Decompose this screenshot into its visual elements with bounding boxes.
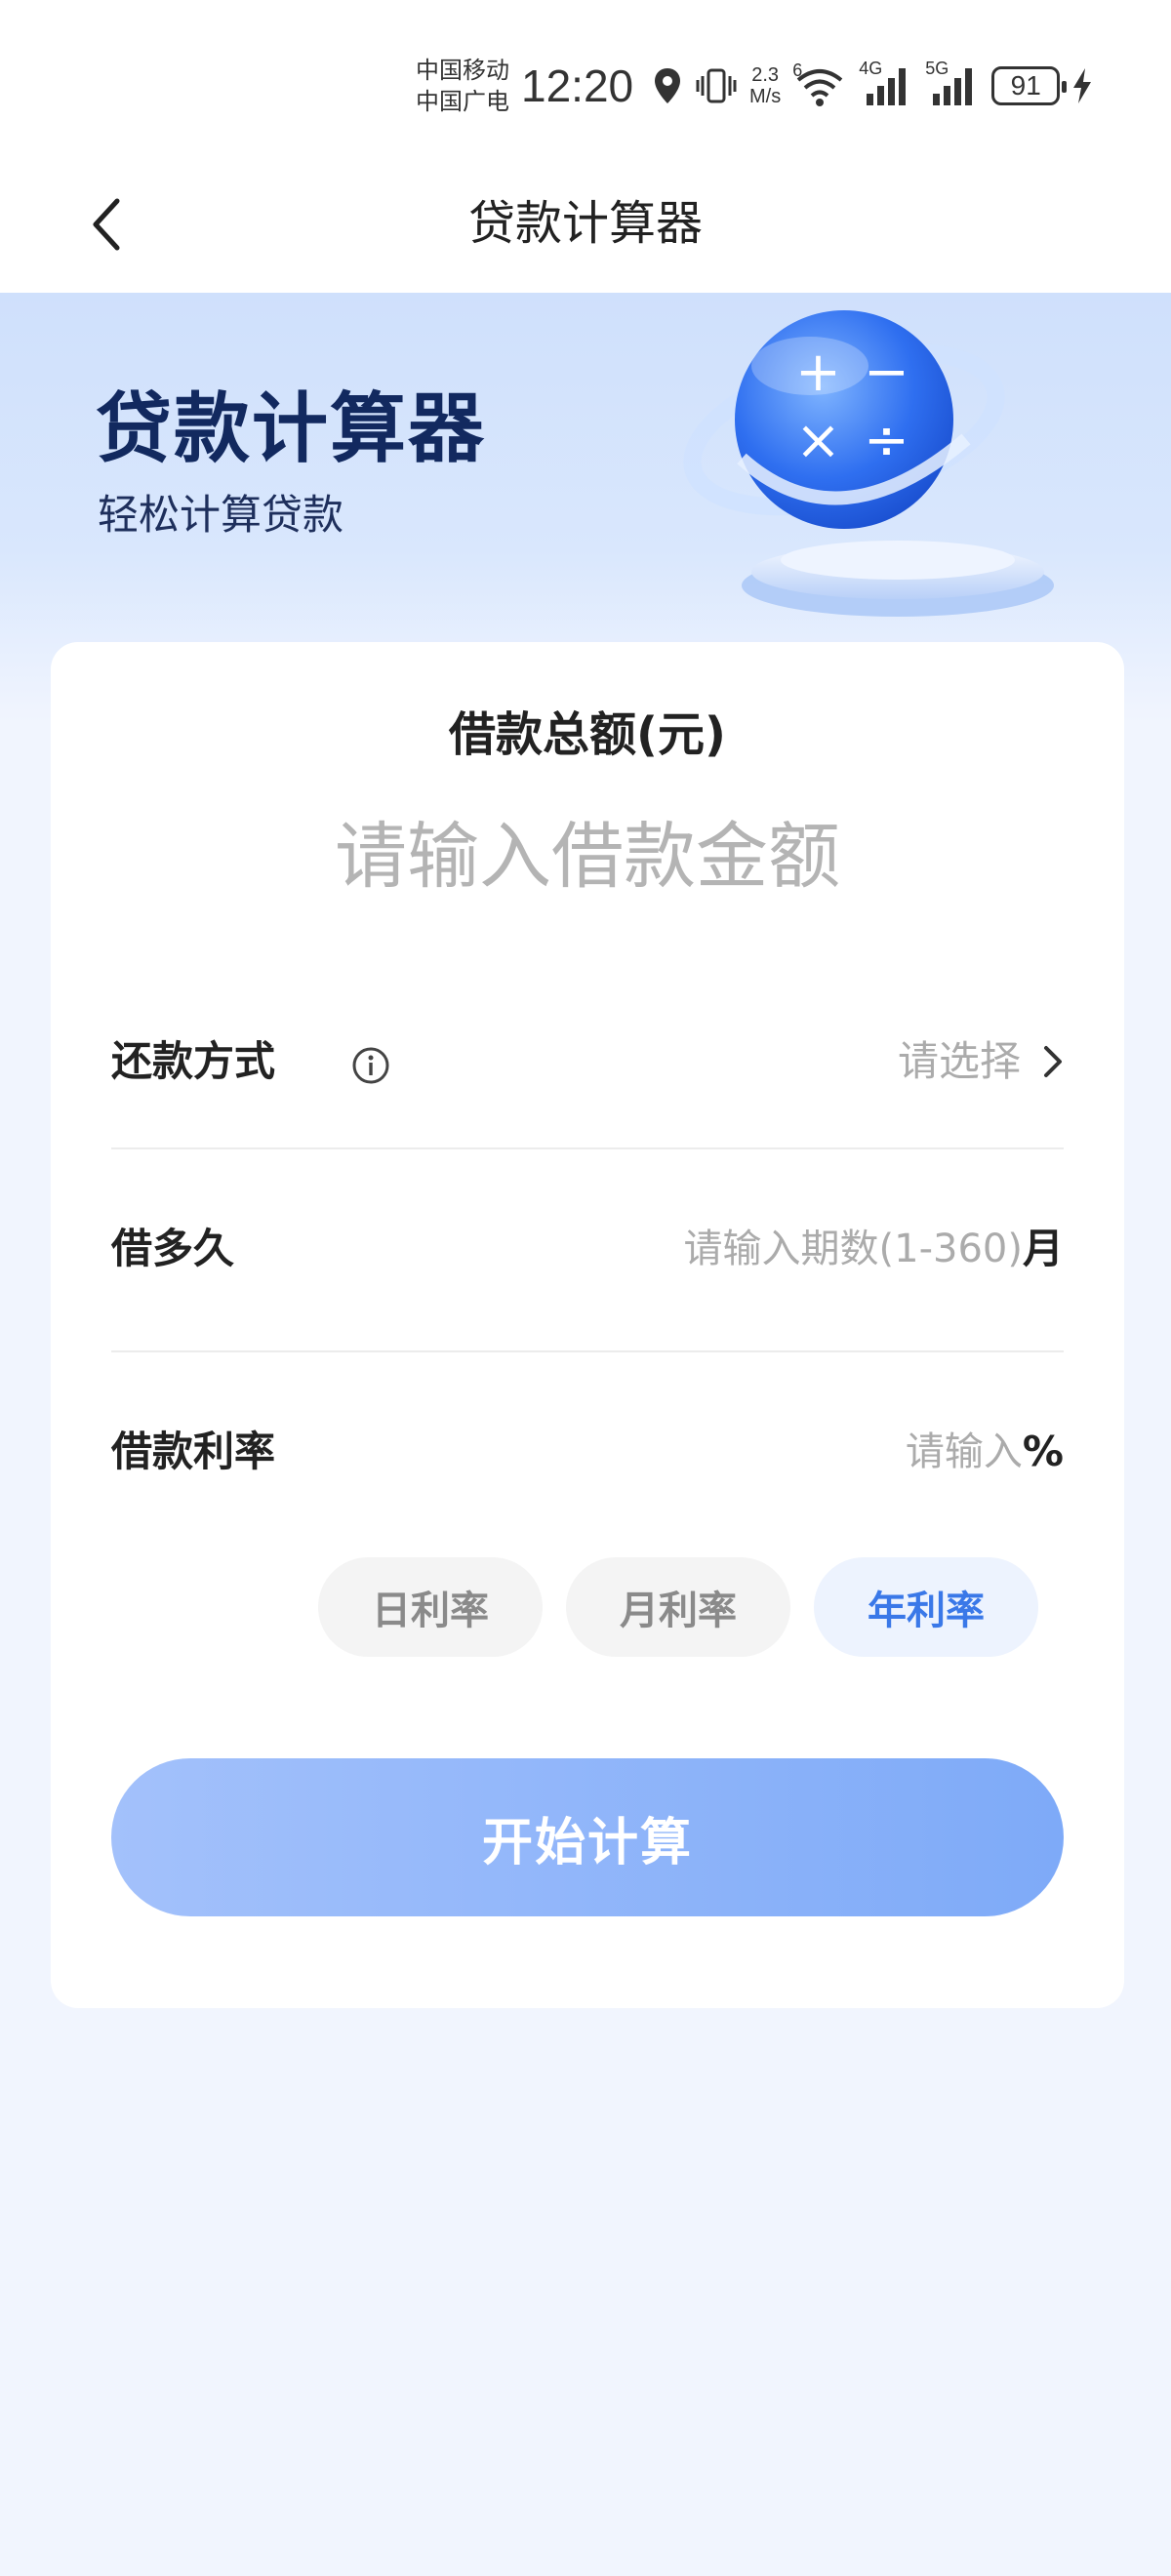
repay-method-label: 还款方式 (111, 1037, 276, 1085)
divide-symbol: ÷ (864, 409, 909, 472)
wifi-indicator: 6 (792, 60, 847, 107)
hero-title: 贷款计算器 (96, 385, 487, 473)
divider (111, 1147, 1064, 1149)
repay-method-select[interactable]: 请选择 (898, 1032, 1064, 1091)
loan-term-unit: 月 (1022, 1225, 1064, 1272)
net-speed-unit: M/s (749, 86, 782, 107)
carrier-2: 中国广电 (416, 88, 509, 115)
page-title: 贷款计算器 (467, 196, 703, 251)
status-bar: 中国移动 中国广电 12:20 2.3 M/s 6 4G 5G 91 (0, 0, 1171, 156)
loan-term-row: 借多久 月 (111, 1220, 1064, 1298)
wifi-badge: 6 (792, 60, 803, 80)
calculator-card: 借款总额(元) 还款方式 请选择 借多久 月 借款利率 % 日利率 (51, 642, 1124, 2008)
net-speed: 2.3 M/s (749, 64, 781, 107)
interest-rate-row: 借款利率 % (111, 1423, 1064, 1501)
loan-term-label: 借多久 (111, 1225, 235, 1272)
loan-term-input[interactable] (612, 1227, 1023, 1271)
loan-term-field: 月 (612, 1220, 1064, 1278)
vibrate-icon (696, 68, 737, 103)
amount-label: 借款总额(元) (449, 707, 726, 762)
interest-rate-field: % (875, 1423, 1064, 1481)
net-speed-value: 2.3 (751, 64, 780, 86)
interest-rate-input[interactable] (875, 1429, 1023, 1474)
carrier-info: 中国移动 中国广电 (416, 55, 509, 117)
repay-method-value: 请选择 (897, 1037, 1021, 1085)
rate-type-selector: 日利率 月利率 年利率 (318, 1557, 1038, 1657)
minus-symbol: − (864, 341, 909, 404)
charging-icon (1073, 68, 1092, 103)
divider (111, 1350, 1064, 1352)
monthly-rate-option[interactable]: 月利率 (566, 1557, 790, 1657)
sim1-type: 4G (859, 59, 883, 78)
status-icons: 2.3 M/s 6 4G 5G 91 (652, 59, 1093, 111)
info-icon[interactable] (351, 1046, 390, 1085)
daily-rate-option[interactable]: 日利率 (318, 1557, 543, 1657)
interest-rate-label: 借款利率 (111, 1428, 276, 1475)
sim2-type: 5G (925, 59, 949, 78)
repay-method-row[interactable]: 还款方式 请选择 (111, 1032, 1064, 1110)
battery-indicator: 91 (991, 66, 1068, 105)
nav-bar: 贷款计算器 (0, 156, 1171, 293)
interest-rate-unit: % (1022, 1428, 1064, 1475)
sim1-signal: 4G (859, 59, 913, 107)
hero-subtitle: 轻松计算贷款 (98, 491, 344, 539)
carrier-1: 中国移动 (416, 57, 509, 84)
sim2-signal: 5G (925, 59, 980, 107)
status-time: 12:20 (521, 60, 634, 111)
start-calculation-button[interactable]: 开始计算 (111, 1758, 1064, 1916)
calculator-illustration: + − × ÷ (683, 310, 1054, 617)
annual-rate-option[interactable]: 年利率 (814, 1557, 1038, 1657)
chevron-right-icon (1044, 1046, 1062, 1077)
plus-symbol: + (795, 341, 841, 404)
amount-input[interactable] (148, 808, 1027, 906)
location-icon (655, 68, 680, 103)
times-symbol: × (795, 409, 841, 472)
